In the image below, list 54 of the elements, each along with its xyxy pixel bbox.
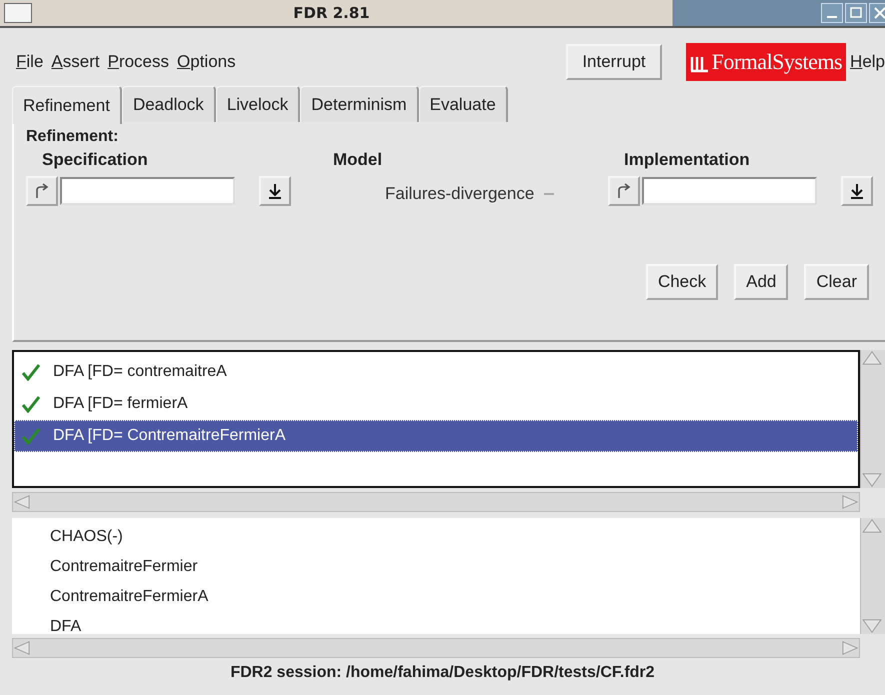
specification-field[interactable] <box>60 177 235 205</box>
vertical-scrollbar[interactable] <box>860 518 885 634</box>
down-arrow-icon <box>850 183 864 199</box>
tab[interactable]: Refinement <box>12 86 122 124</box>
down-arrow-icon <box>268 183 282 199</box>
scroll-right-icon[interactable] <box>841 640 859 656</box>
implementation-field[interactable] <box>642 177 817 205</box>
list-entry[interactable]: ContremaitreFermier <box>12 552 860 582</box>
panel-title: Refinement: <box>26 128 120 146</box>
tab[interactable]: Deadlock <box>122 86 216 122</box>
implementation-dropdown-button[interactable] <box>841 176 873 206</box>
scroll-down-icon[interactable] <box>861 472 883 488</box>
horizontal-scrollbar[interactable] <box>12 638 860 658</box>
implementation-load-button[interactable] <box>608 176 640 206</box>
action-button[interactable]: Check <box>646 264 718 300</box>
scroll-up-icon[interactable] <box>861 518 883 534</box>
scroll-up-icon[interactable] <box>861 350 883 366</box>
scroll-down-icon[interactable] <box>861 618 883 634</box>
curved-arrow-icon <box>33 183 51 199</box>
scroll-left-icon[interactable] <box>13 494 31 510</box>
action-button[interactable]: Clear <box>804 264 869 300</box>
tab[interactable]: Livelock <box>216 86 300 122</box>
vertical-scrollbar[interactable] <box>860 350 885 488</box>
field-label: Implementation <box>623 150 751 170</box>
scroll-left-icon[interactable] <box>13 640 31 656</box>
assertion-item[interactable]: DFA [FD= fermierA <box>14 388 858 420</box>
close-icon[interactable] <box>869 3 885 23</box>
assertion-item[interactable]: DFA [FD= ContremaitreFermierA <box>14 420 858 452</box>
menu-item[interactable]: File <box>16 52 44 72</box>
tab[interactable]: Evaluate <box>418 86 508 122</box>
field-label: Specification <box>41 150 149 170</box>
specification-dropdown-button[interactable] <box>259 176 291 206</box>
window-menu-icon[interactable] <box>4 3 32 23</box>
menu-item[interactable]: Options <box>177 52 236 72</box>
maximize-icon[interactable] <box>845 3 867 23</box>
scroll-right-icon[interactable] <box>841 494 859 510</box>
window-title: FDR 2.81 <box>292 4 371 22</box>
tab[interactable]: Determinism <box>300 86 419 122</box>
interrupt-button[interactable]: Interrupt <box>566 44 662 80</box>
menu-item[interactable]: Assert <box>51 52 100 72</box>
status-text: FDR2 session: /home/fahima/Desktop/FDR/tests/CF.fdr2 <box>229 664 656 682</box>
list-entry[interactable]: DFA <box>12 612 860 634</box>
menu-item[interactable]: Process <box>108 52 170 72</box>
minimize-icon[interactable] <box>821 3 843 23</box>
list-entry[interactable]: CHAOS(-) <box>12 522 860 552</box>
curved-arrow-icon <box>615 183 633 199</box>
company-logo[interactable]: FormalSystems <box>686 43 846 81</box>
horizontal-scrollbar[interactable] <box>12 492 860 512</box>
help-menu[interactable]: Help <box>850 52 885 72</box>
specification-load-button[interactable] <box>26 176 58 206</box>
assertion-item[interactable]: DFA [FD= contremaitreA <box>14 356 858 388</box>
field-label: Model <box>333 150 384 170</box>
list-entry[interactable]: ContremaitreFermierA <box>12 582 860 612</box>
action-button[interactable]: Add <box>734 264 788 300</box>
